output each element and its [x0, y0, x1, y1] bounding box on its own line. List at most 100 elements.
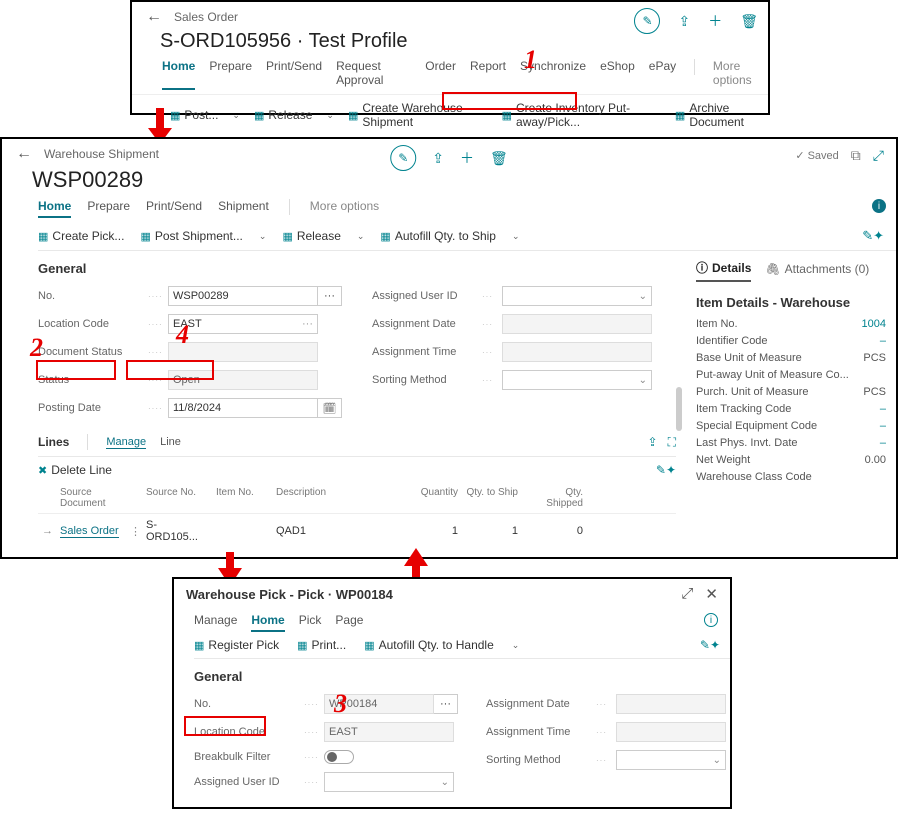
- field-posting[interactable]: 11/8/2024: [168, 398, 318, 418]
- tab-printsend[interactable]: Print/Send: [146, 199, 202, 218]
- tab-home[interactable]: Home: [38, 199, 71, 218]
- factbox-attachments-tab[interactable]: 🖇Attachments (0): [765, 262, 869, 280]
- share-icon[interactable]: ⇪: [648, 435, 658, 450]
- expand-icon[interactable]: ⤢: [681, 585, 693, 603]
- delete-icon: ✖: [38, 464, 47, 477]
- personalize-icon[interactable]: ✎✦: [862, 228, 884, 244]
- archive-document-button[interactable]: ▦Archive Document: [675, 101, 768, 129]
- popout-icon[interactable]: ⧉: [851, 147, 861, 164]
- delete-line-button[interactable]: ✖Delete Line: [38, 463, 112, 477]
- field-assigned[interactable]: ⌄: [324, 772, 454, 792]
- print-button[interactable]: ▦Print...: [297, 638, 346, 652]
- back-arrow-icon[interactable]: ←: [142, 6, 166, 28]
- scrollbar-thumb[interactable]: [676, 387, 682, 431]
- kebab-icon[interactable]: ⋮: [126, 525, 142, 538]
- tab-prepare[interactable]: Prepare: [87, 199, 130, 218]
- share-icon[interactable]: ⇪: [678, 13, 690, 30]
- release-button[interactable]: ▦Release: [282, 229, 340, 243]
- fb-itemno-val[interactable]: 1004: [862, 318, 886, 330]
- tab-eshop[interactable]: eShop: [600, 59, 635, 90]
- general-section: General: [38, 261, 676, 276]
- chevron-down-icon[interactable]: ⌄: [259, 231, 267, 242]
- label-no: No.: [38, 290, 148, 302]
- tab-epay[interactable]: ePay: [649, 59, 676, 90]
- create-inventory-putaway-button[interactable]: ▦Create Inventory Put-away/Pick...: [502, 101, 661, 129]
- fb-lastinv: Last Phys. Invt. Date: [696, 437, 798, 449]
- tab-home[interactable]: Home: [162, 59, 195, 90]
- check-icon: ✓: [795, 149, 804, 162]
- delete-icon[interactable]: 🗑: [740, 13, 758, 30]
- personalize-icon[interactable]: ✎✦: [700, 638, 720, 652]
- label-assigned: Assigned User ID: [194, 776, 304, 788]
- label-posting: Posting Date: [38, 402, 148, 414]
- create-pick-button[interactable]: ▦Create Pick...: [38, 229, 124, 243]
- tab-report[interactable]: Report: [470, 59, 506, 90]
- share-icon[interactable]: ⇪: [432, 150, 444, 167]
- tab-home[interactable]: Home: [251, 613, 284, 632]
- lookup-no[interactable]: ···: [434, 694, 458, 714]
- field-no[interactable]: WSP00289: [168, 286, 318, 306]
- line-row[interactable]: → Sales Order ⋮ S-ORD105... QAD1 1 1 0: [38, 514, 676, 548]
- field-sort-method[interactable]: ⌄: [616, 750, 726, 770]
- info-icon[interactable]: i: [704, 613, 718, 627]
- sales-order-breadcrumb: Sales Order: [174, 10, 238, 24]
- cell-srcdoc[interactable]: Sales Order: [60, 525, 119, 538]
- field-sort-method[interactable]: ⌄: [502, 370, 652, 390]
- label-assign-time: Assignment Time: [486, 726, 596, 738]
- back-arrow-icon[interactable]: ←: [12, 143, 36, 165]
- tab-manage[interactable]: Manage: [194, 613, 237, 632]
- close-icon[interactable]: ✕: [705, 585, 718, 603]
- col-qtyshipped: Qty. Shipped: [522, 487, 587, 509]
- factbox-details-tab[interactable]: ⓘDetails: [696, 259, 751, 282]
- field-assign-time: [616, 722, 726, 742]
- saved-indicator: ✓Saved: [795, 149, 838, 162]
- chevron-down-icon[interactable]: ⌄: [357, 231, 365, 242]
- print-icon: ▦: [297, 639, 307, 652]
- personalize-icon[interactable]: ✎✦: [656, 463, 676, 477]
- tab-order[interactable]: Order: [425, 59, 456, 90]
- tab-shipment[interactable]: Shipment: [218, 199, 269, 218]
- edit-icon[interactable]: ✎: [634, 8, 660, 34]
- release-icon: ▦: [282, 230, 292, 243]
- lines-line[interactable]: Line: [160, 436, 181, 448]
- chevron-down-icon[interactable]: ⌄: [326, 110, 334, 121]
- info-icon[interactable]: i: [872, 199, 886, 213]
- label-assign-date: Assignment Date: [372, 318, 482, 330]
- release-button[interactable]: ▦Release: [254, 108, 312, 122]
- post-shipment-button[interactable]: ▦Post Shipment...: [140, 229, 242, 243]
- more-options[interactable]: More options: [310, 199, 379, 218]
- step-marker-2: 2: [30, 333, 43, 363]
- field-location[interactable]: EAST···: [168, 314, 318, 334]
- register-pick-button[interactable]: ▦Register Pick: [194, 638, 279, 652]
- attach-icon: 🖇: [765, 262, 780, 276]
- autofill-icon: ▦: [364, 639, 374, 652]
- chevron-down-icon[interactable]: ⌄: [512, 231, 520, 242]
- divider: [694, 59, 695, 75]
- autofill-qty-button[interactable]: ▦Autofill Qty. to Ship: [380, 229, 496, 243]
- label-assigned-user: Assigned User ID: [372, 290, 482, 302]
- new-icon[interactable]: ＋: [708, 11, 722, 31]
- lookup-no[interactable]: ···: [318, 286, 342, 306]
- edit-icon[interactable]: ✎: [390, 145, 416, 171]
- tab-prepare[interactable]: Prepare: [209, 59, 252, 90]
- tab-printsend[interactable]: Print/Send: [266, 59, 322, 90]
- chevron-down-icon[interactable]: ⌄: [232, 110, 240, 121]
- col-item: Item No.: [212, 487, 272, 509]
- more-options[interactable]: More options: [713, 59, 768, 90]
- lines-manage[interactable]: Manage: [106, 436, 146, 449]
- field-assigned-user[interactable]: ⌄: [502, 286, 652, 306]
- tab-pick[interactable]: Pick: [299, 613, 322, 632]
- autofill-qty-button[interactable]: ▦Autofill Qty. to Handle: [364, 638, 494, 652]
- collapse-icon[interactable]: ⤢: [873, 147, 884, 164]
- post-button[interactable]: ▦Post...: [170, 108, 218, 122]
- expand-icon[interactable]: ⛶: [668, 435, 676, 450]
- calendar-icon[interactable]: 🗓: [318, 398, 342, 418]
- breakbulk-toggle[interactable]: [324, 750, 354, 764]
- tab-page[interactable]: Page: [335, 613, 363, 632]
- create-warehouse-shipment-button[interactable]: ▦Create Warehouse Shipment: [348, 101, 488, 129]
- chevron-down-icon[interactable]: ⌄: [512, 640, 520, 651]
- field-status: Open: [168, 370, 318, 390]
- delete-icon[interactable]: 🗑: [490, 150, 508, 167]
- new-icon[interactable]: ＋: [460, 148, 474, 168]
- tab-request-approval[interactable]: Request Approval: [336, 59, 411, 90]
